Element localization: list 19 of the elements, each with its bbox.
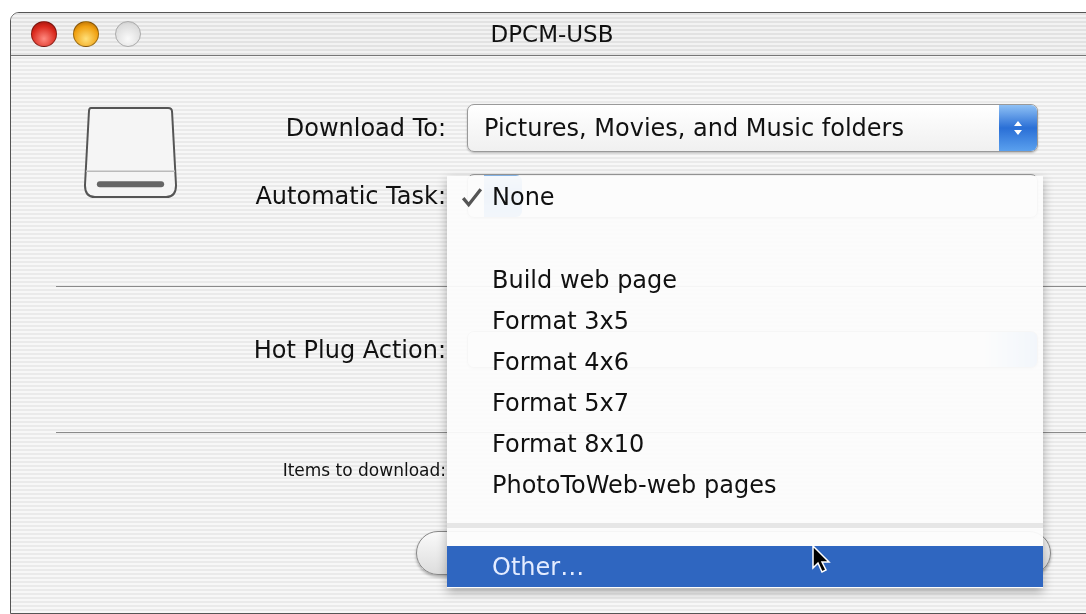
menu-item[interactable]: Build web page bbox=[447, 259, 1043, 300]
menu-item[interactable]: Format 4x6 bbox=[447, 341, 1043, 382]
popup-button[interactable]: Pictures, Movies, and Music folders bbox=[467, 104, 1038, 152]
setting-label: Download To: bbox=[284, 114, 447, 142]
window-title: DPCM-USB bbox=[490, 21, 615, 47]
setting-label: Items to download: bbox=[281, 460, 447, 480]
pointer-cursor-icon bbox=[811, 544, 831, 574]
close-button[interactable] bbox=[31, 21, 57, 47]
menu-item[interactable]: Other… bbox=[447, 546, 1043, 587]
menu-item[interactable]: None bbox=[447, 176, 1043, 217]
setting-label: Automatic Task: bbox=[254, 182, 447, 210]
setting-label: Hot Plug Action: bbox=[252, 335, 447, 364]
drive-icon bbox=[83, 104, 178, 201]
menu-item[interactable]: PhotoToWeb-web pages bbox=[447, 464, 1043, 505]
menu-item[interactable]: Format 3x5 bbox=[447, 300, 1043, 341]
checkmark-icon bbox=[460, 185, 483, 208]
menu-item[interactable]: Format 5x7 bbox=[447, 382, 1043, 423]
menu-item[interactable]: Format 8x10 bbox=[447, 423, 1043, 464]
minimize-button[interactable] bbox=[73, 21, 99, 47]
